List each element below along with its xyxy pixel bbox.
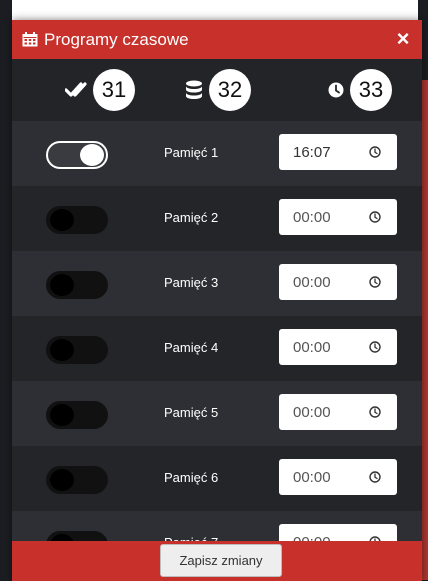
program-time-input[interactable]: 00:00	[279, 459, 397, 495]
program-time-input[interactable]: 00:00	[279, 394, 397, 430]
program-time-value: 00:00	[293, 338, 331, 356]
clock-icon	[369, 276, 381, 288]
database-icon	[186, 80, 202, 99]
program-toggle[interactable]	[46, 141, 108, 169]
program-toggle[interactable]	[46, 271, 108, 299]
clock-icon	[369, 406, 381, 418]
program-label: Pamięć 1	[164, 145, 219, 160]
tool-badge: 32	[209, 69, 251, 111]
program-toggle[interactable]	[46, 336, 108, 364]
program-time-value: 00:00	[293, 468, 331, 486]
program-time-input[interactable]: 00:00	[279, 264, 397, 300]
program-row: Pamięć 1 16:07	[12, 121, 422, 186]
double-check-icon	[65, 82, 87, 97]
calendar-icon	[22, 32, 38, 47]
toggle-knob	[50, 469, 74, 491]
program-row: Pamięć 4 00:00	[12, 316, 422, 381]
toggle-knob	[80, 144, 104, 166]
tool-badge: 33	[350, 69, 392, 111]
program-label: Pamięć 4	[164, 340, 219, 355]
toggle-knob	[50, 274, 74, 296]
program-time-input[interactable]: 16:07	[279, 134, 397, 170]
program-time-value: 00:00	[293, 403, 331, 421]
toggle-knob	[50, 404, 74, 426]
program-row: Pamięć 2 00:00	[12, 186, 422, 251]
toggle-knob	[50, 209, 74, 231]
close-button[interactable]: ×	[392, 26, 414, 52]
clock-icon	[328, 82, 344, 98]
tool-database[interactable]: 32	[185, 69, 251, 111]
program-row: Pamięć 5 00:00	[12, 381, 422, 446]
program-label: Pamięć 2	[164, 210, 219, 225]
dialog-footer: Zapisz zmiany	[12, 541, 422, 581]
toggle-knob	[50, 339, 74, 361]
program-label: Pamięć 6	[164, 470, 219, 485]
program-toggle[interactable]	[46, 206, 108, 234]
tool-badge: 31	[93, 69, 135, 111]
program-toggle[interactable]	[46, 401, 108, 429]
program-time-input[interactable]: 00:00	[279, 199, 397, 235]
program-row: Pamięć 3 00:00	[12, 251, 422, 316]
dialog-toolbar: 31 32 33	[12, 59, 422, 121]
program-time-value: 00:00	[293, 208, 331, 226]
tool-select-all[interactable]: 31	[65, 69, 135, 111]
save-changes-button[interactable]: Zapisz zmiany	[160, 544, 282, 577]
program-list: Pamięć 1 16:07 Pamięć 2 00:00 Pamięć 3 00:00 P…	[12, 121, 422, 576]
program-row: Pamięć 6 00:00	[12, 446, 422, 511]
clock-icon	[369, 471, 381, 483]
program-label: Pamięć 5	[164, 405, 219, 420]
page-backdrop-left	[0, 0, 12, 581]
program-label: Pamięć 3	[164, 275, 219, 290]
program-time-value: 16:07	[293, 143, 331, 161]
time-programs-dialog: Programy czasowe × 31 32 33 Pamięć 1 16:…	[12, 20, 422, 581]
dialog-titlebar: Programy czasowe ×	[12, 20, 422, 59]
program-time-value: 00:00	[293, 273, 331, 291]
program-time-input[interactable]: 00:00	[279, 329, 397, 365]
dialog-title: Programy czasowe	[44, 29, 189, 49]
program-toggle[interactable]	[46, 466, 108, 494]
clock-icon	[369, 211, 381, 223]
tool-clock[interactable]: 33	[328, 69, 392, 111]
clock-icon	[369, 341, 381, 353]
clock-icon	[369, 146, 381, 158]
